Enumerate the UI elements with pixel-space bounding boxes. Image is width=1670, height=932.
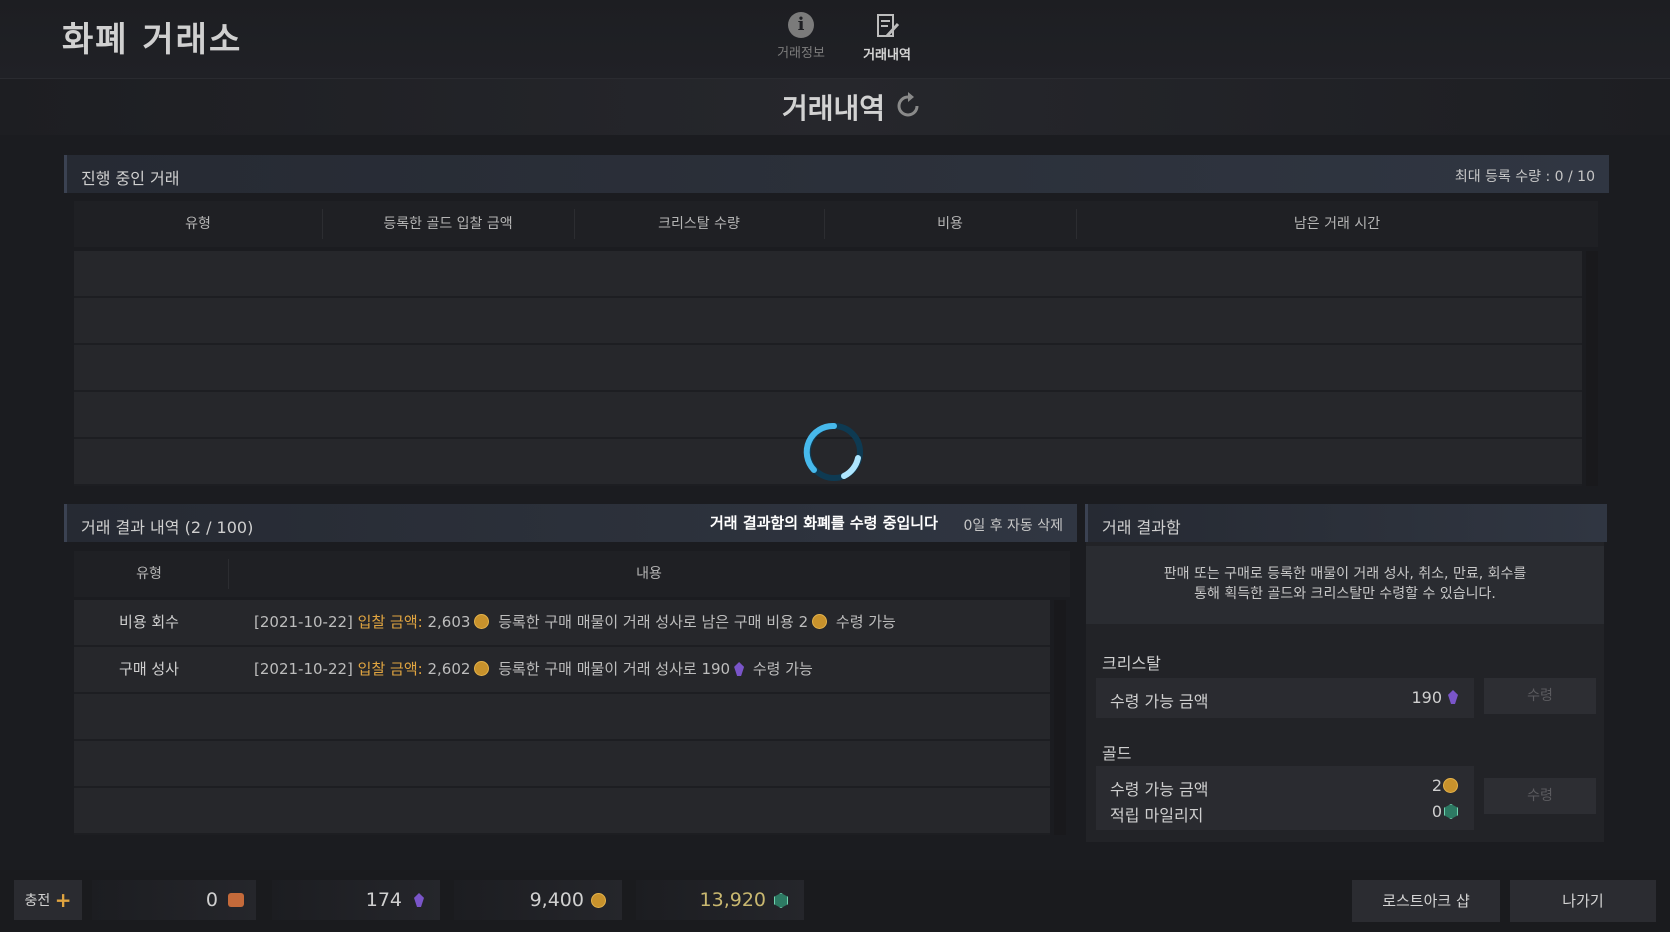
tab-trade-info[interactable]: i 거래정보 xyxy=(766,12,836,61)
royal-crystal-balance: 0 xyxy=(92,880,256,920)
mileage-icon xyxy=(1444,804,1458,819)
crystal-icon xyxy=(414,893,424,907)
col-fee: 비용 xyxy=(937,216,963,232)
gold-receivable-label: 수령 가능 금액 xyxy=(1110,780,1209,799)
bid-label: 입찰 금액: xyxy=(357,660,423,678)
ongoing-trades-header: 진행 중인 거래 최대 등록 수량 : 0 / 10 xyxy=(64,155,1609,193)
mileage-balance: 13,920 xyxy=(636,880,804,920)
gold-icon xyxy=(1443,778,1458,793)
col-gold-bid: 등록한 골드 입찰 금액 xyxy=(383,216,513,232)
gold-amount-row: 수령 가능 금액 2 적립 마일리지 0 xyxy=(1096,766,1474,830)
max-registration-count: 최대 등록 수량 : 0 / 10 xyxy=(1454,169,1595,185)
result-content: [2021-10-22] 입찰 금액: 2,602 등록한 구매 매물이 거래 … xyxy=(254,647,813,692)
gold-balance: 9,400 xyxy=(454,880,622,920)
mileage-value: 0 xyxy=(1431,802,1442,821)
lostark-shop-button[interactable]: 로스트아크 샵 xyxy=(1352,880,1500,922)
result-text: 등록한 구매 매물이 거래 성사로 남은 구매 비용 2 xyxy=(498,613,809,631)
crystal-balance: 174 xyxy=(272,880,440,920)
result-row[interactable]: 비용 회수 [2021-10-22] 입찰 금액: 2,603 등록한 구매 매… xyxy=(74,600,1050,647)
info-icon: i xyxy=(788,12,814,38)
receiving-toast: 거래 결과함의 화폐를 수령 중입니다 xyxy=(710,514,938,532)
result-row xyxy=(74,788,1050,835)
crystal-amount-row: 수령 가능 금액 190 xyxy=(1096,678,1474,718)
result-box-header: 거래 결과함 xyxy=(1085,504,1607,542)
page-title: 거래내역 xyxy=(782,92,886,125)
gold-value: 9,400 xyxy=(529,889,584,911)
results-table-header: 유형 내용 xyxy=(74,551,1070,597)
app-title: 화폐 거래소 xyxy=(62,20,243,60)
col-result-type: 유형 xyxy=(136,566,162,582)
charge-button[interactable]: 충전 + xyxy=(14,880,82,920)
tab-trade-info-label: 거래정보 xyxy=(777,46,825,61)
mileage-value: 13,920 xyxy=(699,889,766,911)
crystal-section-label: 크리스탈 xyxy=(1102,654,1161,673)
result-date: [2021-10-22] xyxy=(254,660,353,678)
crystal-receivable-label: 수령 가능 금액 xyxy=(1110,692,1209,711)
royal-crystal-value: 0 xyxy=(205,889,218,911)
col-type: 유형 xyxy=(185,216,211,232)
result-box-title: 거래 결과함 xyxy=(1102,518,1181,537)
gold-icon xyxy=(812,614,828,629)
result-content: [2021-10-22] 입찰 금액: 2,603 등록한 구매 매물이 거래 … xyxy=(254,600,896,645)
crystal-receivable-value: 190 xyxy=(1411,688,1442,707)
result-row[interactable]: 구매 성사 [2021-10-22] 입찰 금액: 2,602 등록한 구매 매… xyxy=(74,647,1050,694)
result-type: 비용 회수 xyxy=(119,613,179,631)
trade-results-title: 거래 결과 내역 (2 / 100) xyxy=(81,518,254,537)
col-result-content: 내용 xyxy=(636,566,662,582)
loading-spinner-icon xyxy=(803,422,863,481)
receive-gold-button[interactable]: 수령 xyxy=(1484,778,1596,814)
royal-crystal-icon xyxy=(228,893,244,907)
results-scrollbar[interactable] xyxy=(1054,600,1066,835)
top-bar: 화폐 거래소 i 거래정보 거래내역 xyxy=(0,0,1670,79)
auto-delete-notice: 0일 후 자동 삭제 xyxy=(963,518,1063,534)
desc-line: 통해 획득한 골드와 크리스탈만 수령할 수 있습니다. xyxy=(1194,586,1496,602)
result-date: [2021-10-22] xyxy=(254,613,353,631)
result-row xyxy=(74,694,1050,741)
tab-trade-history-label: 거래내역 xyxy=(863,48,911,63)
desc-line: 판매 또는 구매로 등록한 매물이 거래 성사, 취소, 만료, 회수를 xyxy=(1163,566,1527,582)
page-header: 거래내역 xyxy=(0,79,1670,135)
receive-crystal-button[interactable]: 수령 xyxy=(1484,678,1596,714)
col-remaining-time: 남은 거래 시간 xyxy=(1293,216,1381,232)
gold-icon xyxy=(474,661,490,676)
gold-icon xyxy=(591,893,606,908)
bid-label: 입찰 금액: xyxy=(357,613,423,631)
gold-section-label: 골드 xyxy=(1102,744,1132,763)
ongoing-row xyxy=(74,251,1582,298)
result-row xyxy=(74,741,1050,788)
result-type: 구매 성사 xyxy=(119,660,179,678)
bid-amount: 2,603 xyxy=(427,613,471,631)
result-box-description: 판매 또는 구매로 등록한 매물이 거래 성사, 취소, 만료, 회수를 통해 … xyxy=(1086,546,1604,624)
ongoing-row xyxy=(74,345,1582,392)
crystal-value: 174 xyxy=(365,889,402,911)
plus-icon: + xyxy=(54,888,72,912)
result-text: 등록한 구매 매물이 거래 성사로 190 xyxy=(498,660,731,678)
gold-receivable-value: 2 xyxy=(1431,776,1442,795)
bid-amount: 2,602 xyxy=(427,660,471,678)
tab-trade-history[interactable]: 거래내역 xyxy=(852,12,922,63)
mileage-label: 적립 마일리지 xyxy=(1110,806,1204,825)
refresh-icon[interactable] xyxy=(893,91,923,121)
result-suffix: 수령 가능 xyxy=(752,660,813,678)
ongoing-scrollbar[interactable] xyxy=(1586,251,1598,486)
ongoing-row xyxy=(74,298,1582,345)
charge-label: 충전 xyxy=(24,893,51,909)
result-suffix: 수령 가능 xyxy=(835,613,896,631)
ongoing-table-header: 유형 등록한 골드 입찰 금액 크리스탈 수량 비용 남은 거래 시간 xyxy=(74,201,1598,247)
exit-button[interactable]: 나가기 xyxy=(1510,880,1656,922)
ongoing-trades-title: 진행 중인 거래 xyxy=(81,169,180,188)
crystal-icon xyxy=(1448,690,1458,704)
mileage-icon xyxy=(774,893,788,908)
col-crystal-amount: 크리스탈 수량 xyxy=(658,216,740,232)
document-edit-icon xyxy=(877,14,900,38)
gold-icon xyxy=(474,614,490,629)
crystal-icon xyxy=(734,662,745,676)
